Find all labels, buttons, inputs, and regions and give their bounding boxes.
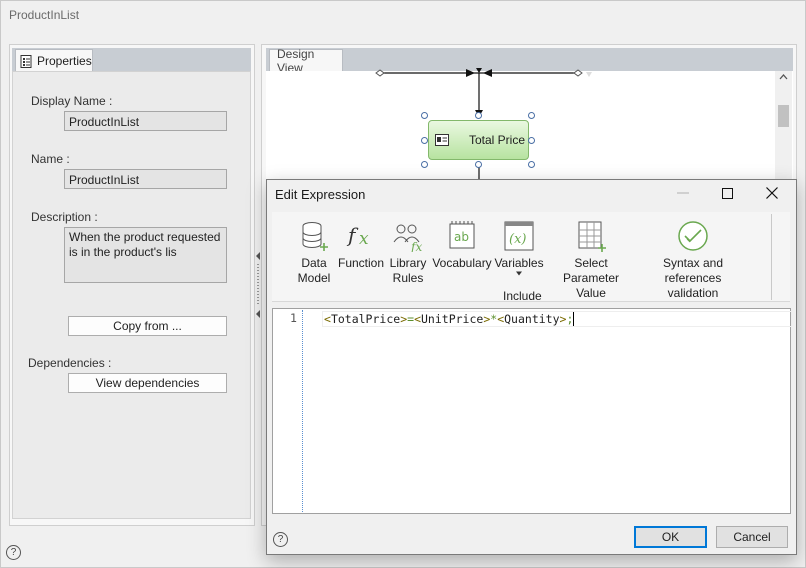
properties-icon <box>20 54 32 68</box>
resize-handle[interactable] <box>421 161 428 168</box>
ribbon-label: Value <box>576 286 606 300</box>
library-rules-button[interactable]: fx Library Rules <box>387 220 429 286</box>
select-parameter-value-button[interactable]: Select Parameter Value <box>548 220 634 301</box>
svg-text:fx: fx <box>410 240 422 252</box>
minimize-icon <box>677 192 689 194</box>
display-name-label: Display Name : <box>31 94 113 108</box>
tab-properties-label: Properties <box>37 54 92 68</box>
total-price-node-label: Total Price <box>469 133 526 147</box>
variables-button[interactable]: (x) Variables <box>494 220 544 276</box>
line-number: 1 <box>290 311 297 325</box>
dependencies-label: Dependencies : <box>28 356 112 370</box>
function-icon: f x <box>346 223 369 249</box>
ribbon-label: Syntax and references <box>662 256 724 285</box>
code-line[interactable]: <TotalPrice>=<UnitPrice>*<Quantity>;​ <box>322 311 792 327</box>
resize-handle[interactable] <box>421 137 428 144</box>
syntax-validation-button[interactable]: Syntax and references validation <box>638 220 748 301</box>
display-name-field[interactable]: ProductInList <box>64 111 227 131</box>
code-token: < <box>414 312 421 326</box>
svg-text:ab: ab <box>454 230 469 244</box>
dialog-title: Edit Expression <box>275 187 366 202</box>
chevron-down-icon[interactable] <box>515 271 523 276</box>
ribbon-label: Rules <box>392 271 424 285</box>
help-button[interactable]: ? <box>6 545 21 560</box>
ribbon-group-label: Include <box>503 289 542 303</box>
splitter-handle[interactable] <box>256 250 260 320</box>
variables-icon: (x) <box>504 221 534 251</box>
code-token: UnitPrice <box>421 312 484 326</box>
resize-handle[interactable] <box>421 112 428 119</box>
cancel-button[interactable]: Cancel <box>716 526 788 548</box>
ribbon-label: Data <box>301 256 327 270</box>
dialog-help-button[interactable]: ? <box>273 532 288 547</box>
gutter-separator <box>302 310 303 512</box>
resize-handle[interactable] <box>475 112 482 119</box>
ribbon-divider <box>771 214 772 300</box>
resize-handle[interactable] <box>528 137 535 144</box>
window-title: ProductInList <box>9 8 80 22</box>
name-label: Name : <box>31 152 70 166</box>
function-button[interactable]: f x Function <box>338 220 384 271</box>
resize-handle[interactable] <box>528 161 535 168</box>
code-token: < <box>324 312 331 326</box>
expression-editor[interactable] <box>272 308 791 514</box>
copy-from-button[interactable]: Copy from ... <box>68 316 227 336</box>
maximize-icon <box>721 187 733 199</box>
validation-icon <box>678 221 708 251</box>
vocabulary-button[interactable]: ab Vocabulary <box>432 220 492 271</box>
ribbon-label: Variables <box>494 256 544 270</box>
ribbon-label: Select Parameter <box>562 256 620 285</box>
data-model-button[interactable]: Data Model <box>294 220 334 286</box>
svg-text:f: f <box>346 223 359 247</box>
total-price-node[interactable]: Total Price <box>428 120 529 160</box>
code-token: Quantity <box>504 312 560 326</box>
minimize-button[interactable] <box>675 183 691 203</box>
close-icon <box>766 187 778 199</box>
tab-properties[interactable]: Properties <box>15 49 93 72</box>
calculation-icon <box>435 134 449 146</box>
code-token: TotalPrice <box>330 312 401 326</box>
scrollbar-thumb[interactable] <box>778 105 789 127</box>
scroll-up-icon[interactable] <box>775 71 792 83</box>
ribbon-label: Model <box>297 271 331 285</box>
ribbon-label: Vocabulary <box>432 256 492 270</box>
ribbon-label: Function <box>337 256 385 270</box>
ribbon-label: validation <box>667 286 719 300</box>
view-dependencies-button[interactable]: View dependencies <box>68 373 227 393</box>
vocabulary-icon: ab <box>449 221 475 249</box>
description-label: Description : <box>31 210 98 224</box>
maximize-button[interactable] <box>718 183 736 203</box>
description-field[interactable]: When the product requested is in the pro… <box>64 227 227 283</box>
library-rules-icon: fx <box>393 224 422 252</box>
name-field[interactable]: ProductInList <box>64 169 227 189</box>
data-model-icon <box>302 222 328 251</box>
svg-text:(x): (x) <box>509 232 526 247</box>
close-button[interactable] <box>762 183 782 203</box>
select-parameter-icon <box>578 221 606 252</box>
resize-handle[interactable] <box>528 112 535 119</box>
text-cursor: ​ <box>573 312 575 326</box>
ribbon-label: Library <box>389 256 427 270</box>
properties-body <box>12 71 251 519</box>
resize-handle[interactable] <box>475 161 482 168</box>
ok-button[interactable]: OK <box>634 526 707 548</box>
svg-text:x: x <box>359 229 369 249</box>
